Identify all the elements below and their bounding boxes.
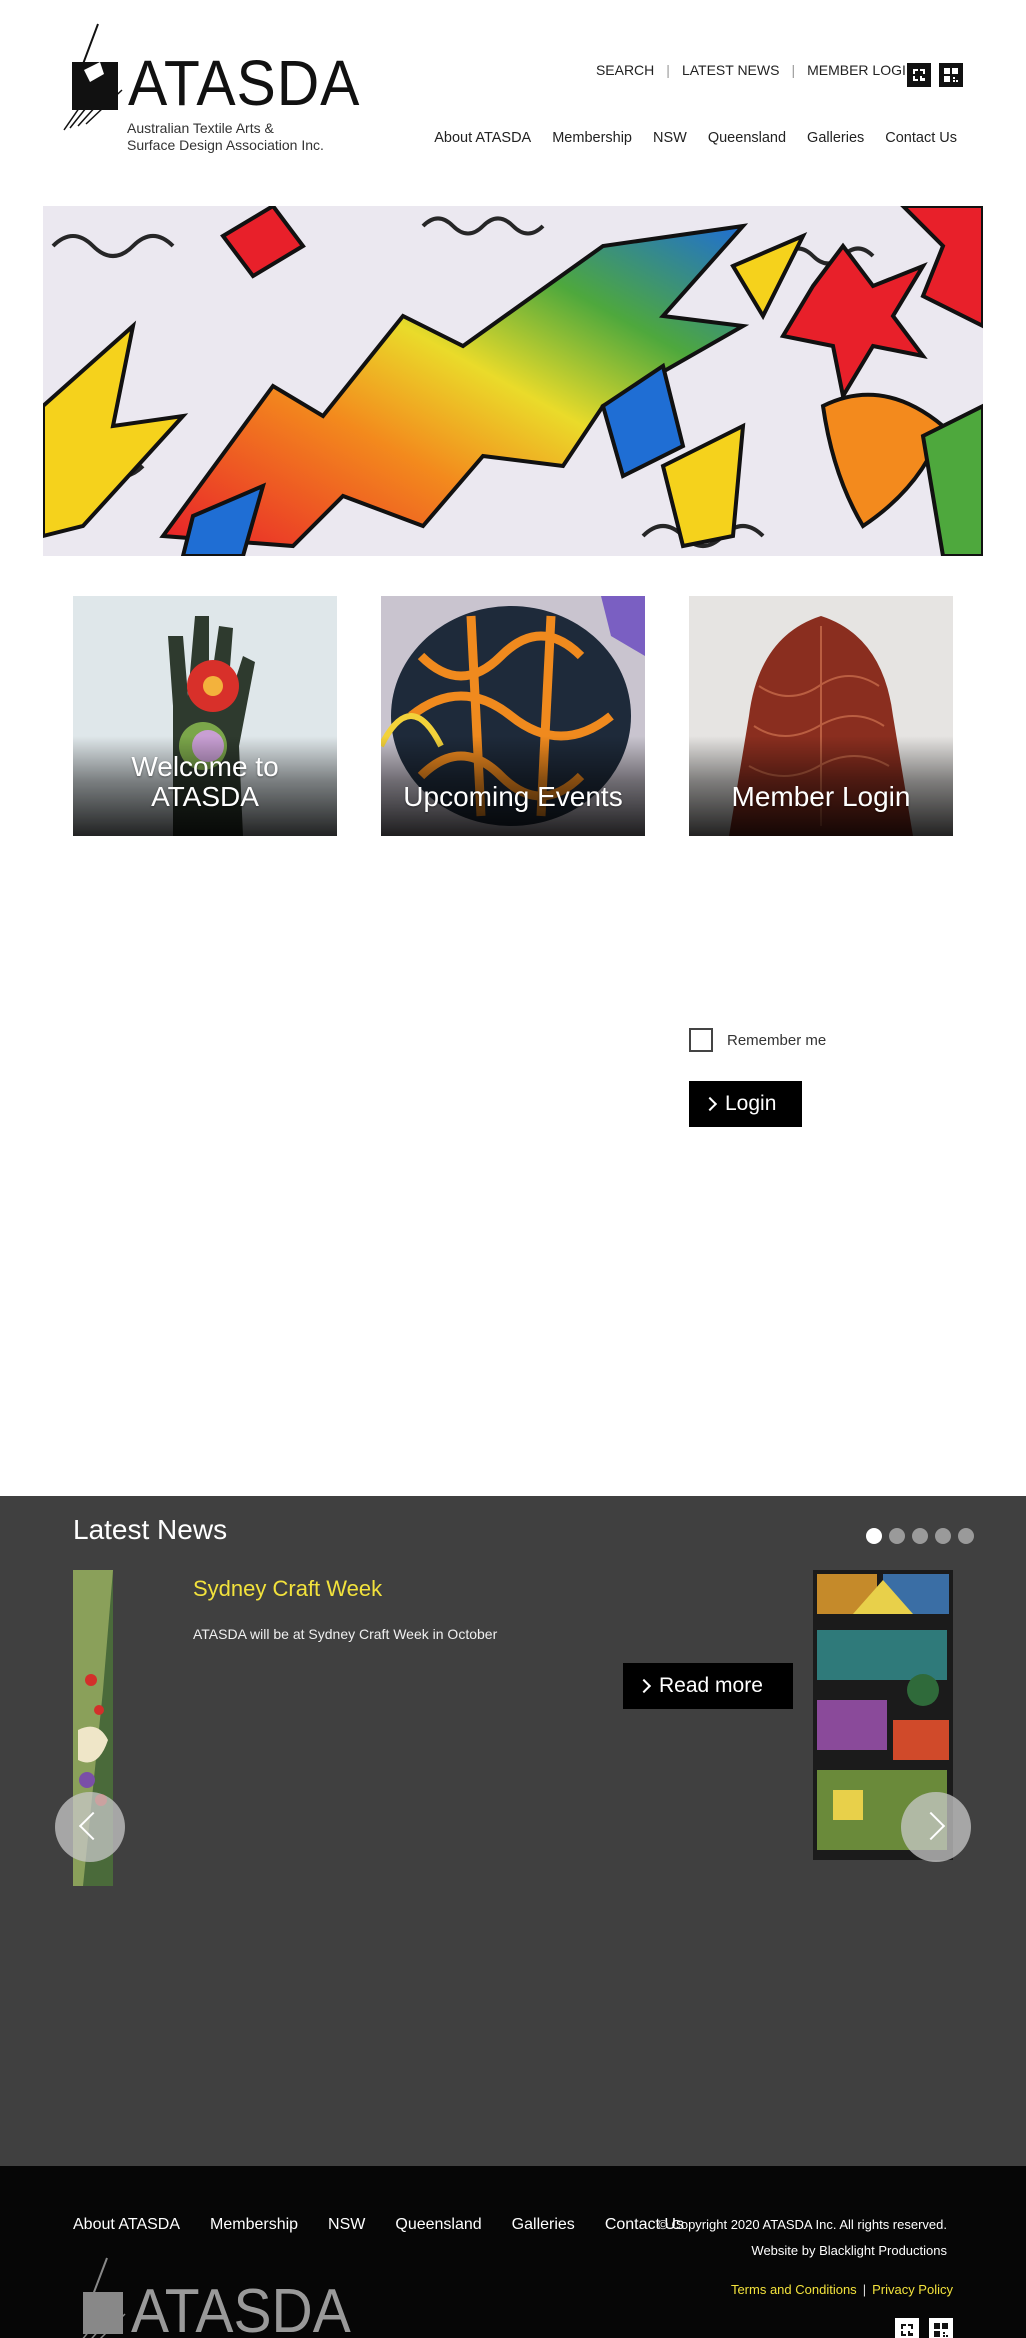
read-more-button[interactable]: Read more <box>623 1663 793 1709</box>
tile-upcoming-events[interactable]: Upcoming Events <box>381 596 645 836</box>
brush-logo-icon <box>82 2257 126 2338</box>
remember-me-label: Remember me <box>727 1031 827 1049</box>
logo-wordmark: ATASDA <box>128 47 361 119</box>
nav-about-atasda[interactable]: About ATASDA <box>434 130 531 146</box>
weibo-qr-icon[interactable] <box>929 2318 953 2338</box>
wechat-qr-icon[interactable] <box>895 2318 919 2338</box>
nav-queensland[interactable]: Queensland <box>708 130 786 146</box>
chevron-right-icon <box>636 1678 652 1694</box>
utility-nav: SEARCH | LATEST NEWS | MEMBER LOGIN <box>596 62 916 78</box>
latest-news-link[interactable]: LATEST NEWS <box>682 62 780 78</box>
tile-member-login-label: Member Login <box>731 781 911 812</box>
nav-nsw[interactable]: NSW <box>653 130 687 146</box>
hero-banner-image <box>43 206 983 556</box>
brush-logo-icon <box>63 23 123 131</box>
latest-news-title: Latest News <box>73 1514 228 1545</box>
header-social-icons <box>907 63 963 87</box>
logo-tagline: Australian Textile Arts & Surface Design… <box>127 120 357 154</box>
chevron-right-icon <box>702 1096 718 1112</box>
footer-social-icons <box>895 2318 953 2338</box>
slider-dot-2[interactable] <box>889 1528 905 1544</box>
remember-me-checkbox[interactable] <box>689 1028 713 1052</box>
nav-membership[interactable]: Membership <box>552 130 632 146</box>
footer-logo[interactable]: ATASDA <box>73 2256 351 2338</box>
footer-nav-nsw[interactable]: NSW <box>328 2216 365 2234</box>
site-header: ATASDA Australian Textile Arts & Surface… <box>0 0 1026 190</box>
site-logo[interactable]: ATASDA Australian Textile Arts & Surface… <box>60 22 359 162</box>
chevron-right-icon <box>916 1811 946 1841</box>
textile-art-image <box>43 206 983 556</box>
remember-me-row: Remember me <box>689 1028 826 1052</box>
slider-next-button[interactable] <box>901 1792 971 1862</box>
footer-nav-about-atasda[interactable]: About ATASDA <box>73 2216 180 2234</box>
login-button-label: Login <box>725 1092 777 1115</box>
wechat-qr-icon[interactable] <box>907 63 931 87</box>
latest-news-section: Latest News Sydney Craft Week ATASDA wil… <box>0 1496 1026 2166</box>
tagline-line-1: Australian Textile Arts & <box>127 120 274 136</box>
slider-dot-5[interactable] <box>958 1528 974 1544</box>
divider: | <box>791 62 796 78</box>
tile-upcoming-events-label: Upcoming Events <box>403 781 623 812</box>
terms-link[interactable]: Terms and Conditions <box>731 2282 857 2297</box>
slider-dot-4[interactable] <box>935 1528 951 1544</box>
member-login-link[interactable]: MEMBER LOGIN <box>807 62 916 78</box>
slider-pagination <box>866 1528 974 1544</box>
legal-links: Terms and Conditions | Privacy Policy <box>731 2282 953 2297</box>
nav-contact-us[interactable]: Contact Us <box>885 130 957 146</box>
tile-member-login[interactable]: Member Login <box>689 596 953 836</box>
feature-tiles: Welcome to ATASDA Upcoming Events Member… <box>73 596 953 836</box>
tile-welcome[interactable]: Welcome to ATASDA <box>73 596 337 836</box>
news-item-summary: ATASDA will be at Sydney Craft Week in O… <box>193 1626 498 1642</box>
copyright-text: © Copyright 2020 ATASDA Inc. All rights … <box>658 2217 947 2232</box>
site-footer: About ATASDA Membership NSW Queensland G… <box>0 2166 1026 2338</box>
footer-copyright-block: © Copyright 2020 ATASDA Inc. All rights … <box>658 2212 947 2264</box>
footer-nav: About ATASDA Membership NSW Queensland G… <box>73 2216 714 2234</box>
nav-galleries[interactable]: Galleries <box>807 130 864 146</box>
divider: | <box>666 62 670 78</box>
slider-prev-button[interactable] <box>55 1792 125 1862</box>
main-nav: About ATASDA Membership NSW Queensland G… <box>413 130 957 146</box>
login-button[interactable]: Login <box>689 1081 802 1127</box>
footer-nav-queensland[interactable]: Queensland <box>395 2216 481 2234</box>
slider-dot-1[interactable] <box>866 1528 882 1544</box>
credit-text[interactable]: Website by Blacklight Productions <box>658 2238 947 2264</box>
read-more-label: Read more <box>659 1674 763 1697</box>
footer-logo-wordmark: ATASDA <box>131 2277 351 2338</box>
privacy-link[interactable]: Privacy Policy <box>872 2282 953 2297</box>
footer-nav-membership[interactable]: Membership <box>210 2216 298 2234</box>
search-link[interactable]: SEARCH <box>596 62 654 78</box>
footer-nav-galleries[interactable]: Galleries <box>512 2216 575 2234</box>
news-item-heading[interactable]: Sydney Craft Week <box>193 1576 382 1602</box>
tagline-line-2: Surface Design Association Inc. <box>127 137 324 153</box>
divider: | <box>862 2282 867 2297</box>
chevron-left-icon <box>78 1811 108 1841</box>
weibo-qr-icon[interactable] <box>939 63 963 87</box>
tile-welcome-label: Welcome to ATASDA <box>131 751 279 812</box>
slider-dot-3[interactable] <box>912 1528 928 1544</box>
